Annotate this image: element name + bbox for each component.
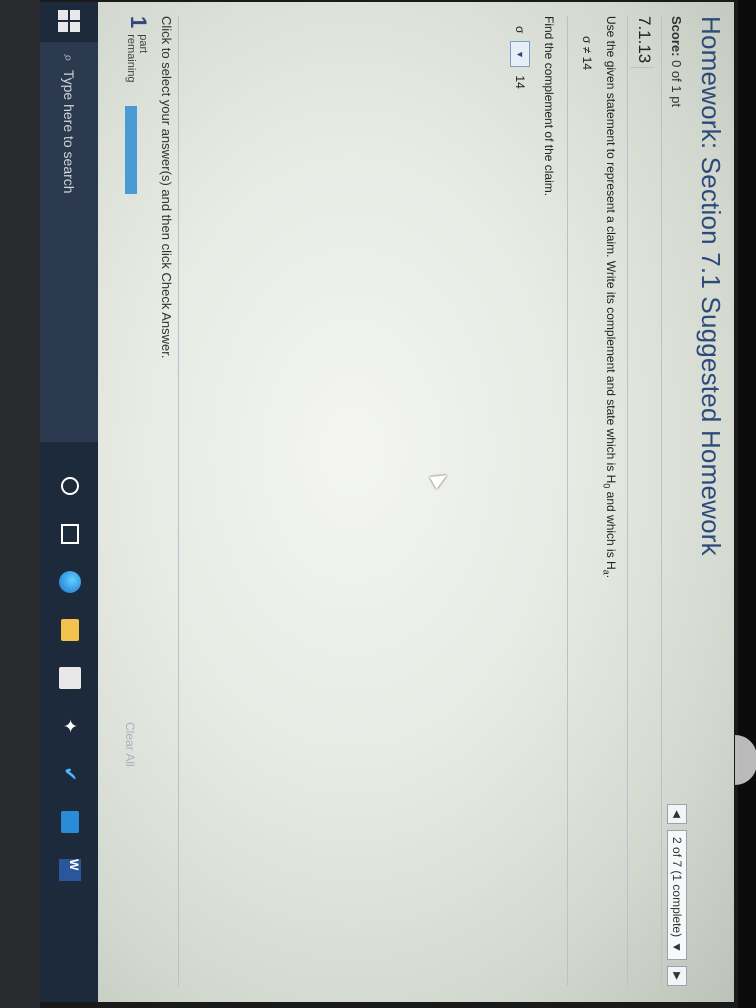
windows-start-icon[interactable] <box>58 10 80 32</box>
chevron-down-icon: ▼ <box>670 941 684 953</box>
cortana-icon[interactable] <box>58 474 82 498</box>
screen: Homework: Section 7.1 Suggested Homework… <box>40 2 734 1002</box>
question-nav: ◀ 2 of 7 (1 complete) ▼ ▶ <box>666 804 688 986</box>
parts-label: part remaining <box>125 34 149 82</box>
prev-question-button[interactable]: ◀ <box>667 804 687 825</box>
page-title: Homework: Section 7.1 Suggested Homework <box>696 16 726 556</box>
score-label: Score: <box>669 16 684 57</box>
search-placeholder: Type here to search <box>61 69 77 194</box>
app-tool-icon[interactable]: ✔ <box>58 762 82 786</box>
remaining-word: remaining <box>125 34 137 83</box>
answer-value: 14 <box>513 75 527 89</box>
file-explorer-icon[interactable] <box>58 618 82 642</box>
mail-icon[interactable] <box>58 810 82 834</box>
score-row: Score: 0 of 1 pt ◀ 2 of 7 (1 complete) ▼… <box>661 16 688 986</box>
question-id: 7.1.13 <box>630 16 654 69</box>
question-status-dropdown[interactable]: 2 of 7 (1 complete) ▼ <box>667 830 687 960</box>
instruction-text: Click to select your answer(s) and then … <box>159 16 174 359</box>
score: Score: 0 of 1 pt <box>669 16 684 107</box>
dropbox-icon[interactable]: ✦ <box>58 714 82 738</box>
search-icon: ⌕ <box>61 54 78 62</box>
statement-part-b: and which is H <box>604 488 618 570</box>
footer-divider <box>178 16 179 986</box>
edge-browser-icon[interactable] <box>58 570 82 594</box>
task-view-icon[interactable] <box>58 522 82 546</box>
mouse-cursor-icon <box>429 468 451 490</box>
claim: σ ≠ 14 <box>580 36 594 71</box>
answer-variable: σ <box>513 26 527 34</box>
answer-row: σ ▼ 14 <box>510 26 530 89</box>
next-question-button[interactable]: ▶ <box>667 966 687 986</box>
question-statement: Use the given statement to represent a c… <box>602 16 618 578</box>
divider <box>567 16 568 986</box>
question-id-row: 7.1.13 <box>627 16 656 986</box>
score-value: 0 of 1 pt <box>669 60 684 108</box>
parts-count: 1 <box>126 16 151 29</box>
statement-end: . <box>604 574 618 579</box>
progress-bar <box>125 106 137 194</box>
triangle-right-icon: ▶ <box>671 972 683 980</box>
store-icon[interactable] <box>58 666 82 690</box>
triangle-left-icon: ◀ <box>671 810 683 818</box>
word-icon[interactable]: W <box>58 858 82 882</box>
screen-bezel <box>0 0 40 1008</box>
clear-all-button[interactable]: Clear All <box>123 722 137 767</box>
homework-app: Homework: Section 7.1 Suggested Homework… <box>98 2 734 1002</box>
operator-select[interactable]: ▼ <box>510 41 530 68</box>
parts-remaining: 1 part remaining <box>125 16 151 83</box>
statement-part-a: Use the given statement to represent a c… <box>604 16 618 484</box>
question-status: 2 of 7 (1 complete) <box>670 837 684 938</box>
find-prompt: Find the complement of the claim. <box>542 16 556 197</box>
taskbar: ⌕ Type here to search ✦ ✔ W <box>40 2 98 1002</box>
chevron-down-icon: ▼ <box>515 49 525 59</box>
taskbar-search[interactable]: ⌕ Type here to search <box>40 42 98 442</box>
laptop-edge <box>738 0 756 1008</box>
parts-word: part <box>137 34 149 54</box>
